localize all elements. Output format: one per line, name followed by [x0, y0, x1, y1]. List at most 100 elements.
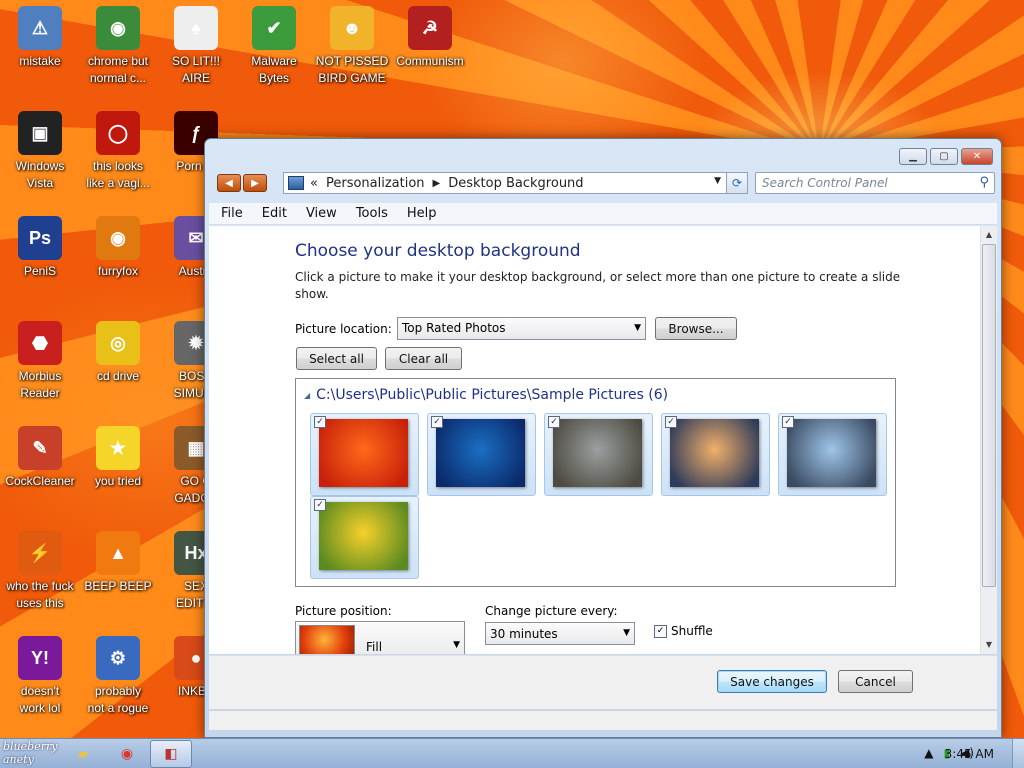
collapse-icon[interactable]: ◢: [304, 391, 310, 400]
picture-thumbnail[interactable]: ✓: [427, 413, 536, 496]
desktop-icon[interactable]: ◉ chrome but normal c...: [78, 0, 158, 87]
browse-button[interactable]: Browse...: [655, 317, 737, 340]
save-changes-button[interactable]: Save changes: [717, 670, 827, 693]
cancel-button[interactable]: Cancel: [838, 670, 913, 693]
desktop-icon[interactable]: ◉ furryfox: [78, 210, 158, 280]
back-button[interactable]: ◀: [217, 174, 241, 192]
menu-tools[interactable]: Tools: [344, 206, 395, 221]
desktop-icon-label: cd drive: [96, 369, 140, 383]
picture-position-select[interactable]: Fill ▼: [295, 621, 465, 654]
desktop-icon[interactable]: ☭ Communism: [390, 0, 470, 70]
thumbnail-checkbox[interactable]: ✓: [665, 416, 677, 428]
desktop-icon[interactable]: ★ you tried: [78, 420, 158, 490]
menu-help[interactable]: Help: [395, 206, 444, 221]
breadcrumb-desktop-background[interactable]: Desktop Background: [448, 176, 583, 191]
desktop-icon-label: PeniS: [23, 264, 57, 278]
dropdown-arrow-icon: ▼: [623, 628, 630, 638]
select-all-button[interactable]: Select all: [296, 347, 377, 370]
desktop-icon-label: Morbius Reader: [18, 369, 62, 400]
desktop-icon-label: doesn't work lol: [19, 684, 61, 715]
gallery-header-text: C:\Users\Public\Public Pictures\Sample P…: [316, 387, 669, 403]
desktop-icon[interactable]: ◎ cd drive: [78, 315, 158, 385]
minimize-button[interactable]: ▁: [899, 148, 927, 165]
refresh-button[interactable]: ⟳: [726, 172, 748, 194]
thumbnail-checkbox[interactable]: ✓: [548, 416, 560, 428]
menu-view[interactable]: View: [294, 206, 344, 221]
thumbnail-checkbox[interactable]: ✓: [431, 416, 443, 428]
close-button[interactable]: ✕: [961, 148, 993, 165]
change-picture-select[interactable]: 30 minutes ▼: [485, 622, 635, 645]
picture-thumbnail[interactable]: ✓: [310, 413, 419, 496]
picture-thumbnail[interactable]: ✓: [310, 496, 419, 579]
folder-icon: ▰: [77, 746, 89, 762]
desktop-app-icon: ✔: [252, 6, 296, 50]
vertical-scrollbar[interactable]: ▲ ▼: [980, 226, 997, 654]
search-placeholder: Search Control Panel: [762, 176, 888, 190]
page-title: Choose your desktop background: [295, 241, 581, 261]
desktop-icon[interactable]: Y! doesn't work lol: [0, 630, 80, 717]
desktop-icon[interactable]: ✔ Malware Bytes: [234, 0, 314, 87]
desktop-app-icon: ⚙: [96, 636, 140, 680]
desktop-icon-label: mistake: [19, 54, 61, 68]
picture-thumbnail[interactable]: ✓: [778, 413, 887, 496]
thumbnail-checkbox[interactable]: ✓: [782, 416, 794, 428]
desktop-icon[interactable]: ♠ SO LIT!!! AIRE: [156, 0, 236, 87]
desktop-icon[interactable]: ⚠ mistake: [0, 0, 80, 70]
picture-thumbnail[interactable]: ✓: [544, 413, 653, 496]
explorer-taskbar-button[interactable]: ▰: [62, 740, 104, 768]
clock[interactable]: 3:45 AM: [945, 747, 994, 761]
desktop-icon[interactable]: ▣ Windows Vista: [0, 105, 80, 192]
desktop-icon[interactable]: ☻ NOT PISSED BIRD GAME: [312, 0, 392, 87]
tray-expand-icon[interactable]: ▲: [924, 746, 933, 760]
desktop-icon-label: SO LIT!!! AIRE: [171, 54, 220, 85]
menu-bar: File Edit View Tools Help: [209, 203, 997, 225]
desktop-icon[interactable]: ✎ CockCleaner: [0, 420, 80, 490]
control-panel-taskbar-button[interactable]: ◧: [150, 740, 192, 768]
desktop-icon[interactable]: ▲ BEEP BEEP: [78, 525, 158, 595]
menu-edit[interactable]: Edit: [250, 206, 294, 221]
desktop-icon-label: NOT PISSED BIRD GAME: [315, 54, 389, 85]
picture-location-select[interactable]: Top Rated Photos ▼: [397, 317, 646, 340]
desktop-icon[interactable]: ◯ this looks like a vagi...: [78, 105, 158, 192]
desktop-icon-label: furryfox: [97, 264, 138, 278]
breadcrumb-separator-icon[interactable]: ▶: [433, 178, 441, 189]
search-input[interactable]: Search Control Panel ⚲: [755, 172, 995, 194]
picture-position-value: Fill: [366, 640, 383, 654]
desktop-icon[interactable]: ⚡ who the fuck uses this: [0, 525, 80, 612]
breadcrumb-personalization[interactable]: Personalization: [326, 176, 425, 191]
shuffle-check-icon[interactable]: ✓: [654, 624, 667, 638]
desktop-icon[interactable]: Ps PeniS: [0, 210, 80, 280]
thumbnail-image: [319, 502, 408, 570]
picture-thumbnail[interactable]: ✓: [661, 413, 770, 496]
start-button[interactable]: blueberry anety: [0, 739, 58, 768]
clear-all-button[interactable]: Clear all: [385, 347, 462, 370]
search-icon[interactable]: ⚲: [979, 175, 989, 190]
thumbnail-checkbox[interactable]: ✓: [314, 499, 326, 511]
shuffle-checkbox[interactable]: ✓ Shuffle: [654, 624, 713, 638]
gallery-header[interactable]: ◢ C:\Users\Public\Public Pictures\Sample …: [304, 387, 668, 403]
maximize-button[interactable]: ▢: [930, 148, 958, 165]
thumbnail-checkbox[interactable]: ✓: [314, 416, 326, 428]
address-dropdown-icon[interactable]: ▼: [714, 176, 721, 186]
chrome-taskbar-button[interactable]: ◉: [106, 740, 148, 768]
desktop-app-icon: ★: [96, 426, 140, 470]
scroll-up-icon[interactable]: ▲: [981, 227, 997, 243]
address-bar[interactable]: « Personalization ▶ Desktop Background ▼…: [283, 172, 748, 194]
desktop-app-icon: ◉: [96, 216, 140, 260]
dropdown-arrow-icon: ▼: [453, 640, 460, 650]
show-desktop-button[interactable]: [1012, 739, 1024, 768]
start-text: blueberry anety: [3, 740, 58, 766]
control-panel-icon: ◧: [164, 746, 178, 762]
menu-file[interactable]: File: [209, 206, 250, 221]
scroll-down-icon[interactable]: ▼: [981, 637, 997, 653]
desktop-icon-label: this looks like a vagi...: [86, 159, 150, 190]
thumbnail-image: [670, 419, 759, 487]
forward-button[interactable]: ▶: [243, 174, 267, 192]
desktop-icon[interactable]: ⚙ probably not a rogue: [78, 630, 158, 717]
desktop-icon-label: chrome but normal c...: [87, 54, 149, 85]
desktop-icon[interactable]: ⬣ Morbius Reader: [0, 315, 80, 402]
taskbar: blueberry anety ▰ ◉ ◧ ▲ ▮ ◀) 3:45 AM: [0, 738, 1024, 768]
chrome-icon: ◉: [120, 746, 134, 762]
scrollbar-thumb[interactable]: [982, 244, 996, 587]
desktop-app-icon: ⬣: [18, 321, 62, 365]
